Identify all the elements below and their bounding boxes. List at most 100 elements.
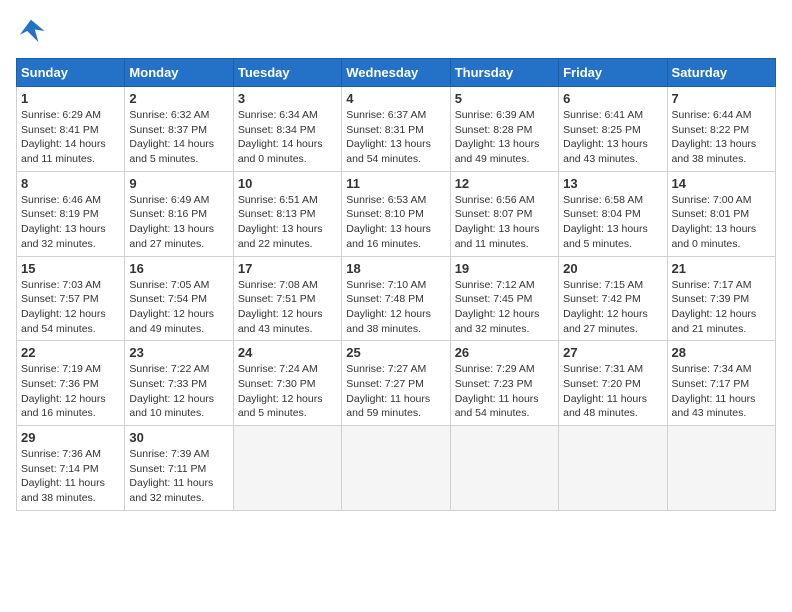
day-info: Sunrise: 7:39 AM Sunset: 7:11 PM Dayligh… <box>129 447 228 506</box>
calendar-day-cell: 3 Sunrise: 6:34 AM Sunset: 8:34 PM Dayli… <box>233 87 341 172</box>
day-info: Sunrise: 7:05 AM Sunset: 7:54 PM Dayligh… <box>129 278 228 337</box>
calendar-day-cell: 9 Sunrise: 6:49 AM Sunset: 8:16 PM Dayli… <box>125 171 233 256</box>
day-info: Sunrise: 6:39 AM Sunset: 8:28 PM Dayligh… <box>455 108 554 167</box>
weekday-header-row: SundayMondayTuesdayWednesdayThursdayFrid… <box>17 59 776 87</box>
day-number: 16 <box>129 261 228 276</box>
day-info: Sunrise: 7:03 AM Sunset: 7:57 PM Dayligh… <box>21 278 120 337</box>
day-info: Sunrise: 7:31 AM Sunset: 7:20 PM Dayligh… <box>563 362 662 421</box>
day-info: Sunrise: 7:24 AM Sunset: 7:30 PM Dayligh… <box>238 362 337 421</box>
day-number: 19 <box>455 261 554 276</box>
day-info: Sunrise: 7:00 AM Sunset: 8:01 PM Dayligh… <box>672 193 771 252</box>
calendar-day-cell: 17 Sunrise: 7:08 AM Sunset: 7:51 PM Dayl… <box>233 256 341 341</box>
day-number: 11 <box>346 176 445 191</box>
weekday-header: Tuesday <box>233 59 341 87</box>
day-number: 3 <box>238 91 337 106</box>
calendar-day-cell: 23 Sunrise: 7:22 AM Sunset: 7:33 PM Dayl… <box>125 341 233 426</box>
calendar-day-cell: 8 Sunrise: 6:46 AM Sunset: 8:19 PM Dayli… <box>17 171 125 256</box>
weekday-header: Thursday <box>450 59 558 87</box>
day-info: Sunrise: 6:58 AM Sunset: 8:04 PM Dayligh… <box>563 193 662 252</box>
calendar-day-cell: 13 Sunrise: 6:58 AM Sunset: 8:04 PM Dayl… <box>559 171 667 256</box>
weekday-header: Wednesday <box>342 59 450 87</box>
day-number: 15 <box>21 261 120 276</box>
calendar-day-cell: 10 Sunrise: 6:51 AM Sunset: 8:13 PM Dayl… <box>233 171 341 256</box>
day-number: 14 <box>672 176 771 191</box>
day-number: 5 <box>455 91 554 106</box>
day-number: 12 <box>455 176 554 191</box>
calendar-day-cell: 1 Sunrise: 6:29 AM Sunset: 8:41 PM Dayli… <box>17 87 125 172</box>
day-info: Sunrise: 7:34 AM Sunset: 7:17 PM Dayligh… <box>672 362 771 421</box>
day-number: 18 <box>346 261 445 276</box>
day-info: Sunrise: 7:19 AM Sunset: 7:36 PM Dayligh… <box>21 362 120 421</box>
calendar-table: SundayMondayTuesdayWednesdayThursdayFrid… <box>16 58 776 511</box>
day-info: Sunrise: 7:17 AM Sunset: 7:39 PM Dayligh… <box>672 278 771 337</box>
calendar-day-cell <box>667 426 775 511</box>
day-number: 4 <box>346 91 445 106</box>
calendar-day-cell: 24 Sunrise: 7:24 AM Sunset: 7:30 PM Dayl… <box>233 341 341 426</box>
day-number: 27 <box>563 345 662 360</box>
day-number: 30 <box>129 430 228 445</box>
day-number: 9 <box>129 176 228 191</box>
weekday-header: Friday <box>559 59 667 87</box>
day-number: 29 <box>21 430 120 445</box>
day-info: Sunrise: 7:22 AM Sunset: 7:33 PM Dayligh… <box>129 362 228 421</box>
calendar-week-row: 22 Sunrise: 7:19 AM Sunset: 7:36 PM Dayl… <box>17 341 776 426</box>
calendar-day-cell: 30 Sunrise: 7:39 AM Sunset: 7:11 PM Dayl… <box>125 426 233 511</box>
calendar-day-cell: 2 Sunrise: 6:32 AM Sunset: 8:37 PM Dayli… <box>125 87 233 172</box>
calendar-week-row: 29 Sunrise: 7:36 AM Sunset: 7:14 PM Dayl… <box>17 426 776 511</box>
logo-icon <box>16 16 46 46</box>
calendar-day-cell: 11 Sunrise: 6:53 AM Sunset: 8:10 PM Dayl… <box>342 171 450 256</box>
day-number: 21 <box>672 261 771 276</box>
calendar-day-cell: 27 Sunrise: 7:31 AM Sunset: 7:20 PM Dayl… <box>559 341 667 426</box>
day-number: 2 <box>129 91 228 106</box>
calendar-day-cell: 5 Sunrise: 6:39 AM Sunset: 8:28 PM Dayli… <box>450 87 558 172</box>
calendar-week-row: 1 Sunrise: 6:29 AM Sunset: 8:41 PM Dayli… <box>17 87 776 172</box>
day-info: Sunrise: 6:56 AM Sunset: 8:07 PM Dayligh… <box>455 193 554 252</box>
calendar-day-cell: 19 Sunrise: 7:12 AM Sunset: 7:45 PM Dayl… <box>450 256 558 341</box>
day-info: Sunrise: 7:36 AM Sunset: 7:14 PM Dayligh… <box>21 447 120 506</box>
day-info: Sunrise: 6:37 AM Sunset: 8:31 PM Dayligh… <box>346 108 445 167</box>
calendar-day-cell: 4 Sunrise: 6:37 AM Sunset: 8:31 PM Dayli… <box>342 87 450 172</box>
calendar-day-cell: 15 Sunrise: 7:03 AM Sunset: 7:57 PM Dayl… <box>17 256 125 341</box>
day-number: 28 <box>672 345 771 360</box>
day-number: 26 <box>455 345 554 360</box>
day-number: 7 <box>672 91 771 106</box>
day-info: Sunrise: 7:10 AM Sunset: 7:48 PM Dayligh… <box>346 278 445 337</box>
calendar-day-cell <box>559 426 667 511</box>
logo <box>16 16 50 46</box>
day-info: Sunrise: 6:44 AM Sunset: 8:22 PM Dayligh… <box>672 108 771 167</box>
calendar-day-cell: 29 Sunrise: 7:36 AM Sunset: 7:14 PM Dayl… <box>17 426 125 511</box>
day-number: 22 <box>21 345 120 360</box>
day-number: 24 <box>238 345 337 360</box>
day-number: 20 <box>563 261 662 276</box>
calendar-day-cell <box>450 426 558 511</box>
calendar-day-cell: 21 Sunrise: 7:17 AM Sunset: 7:39 PM Dayl… <box>667 256 775 341</box>
day-info: Sunrise: 6:46 AM Sunset: 8:19 PM Dayligh… <box>21 193 120 252</box>
page-header <box>16 16 776 46</box>
calendar-day-cell: 26 Sunrise: 7:29 AM Sunset: 7:23 PM Dayl… <box>450 341 558 426</box>
calendar-day-cell: 12 Sunrise: 6:56 AM Sunset: 8:07 PM Dayl… <box>450 171 558 256</box>
day-info: Sunrise: 6:34 AM Sunset: 8:34 PM Dayligh… <box>238 108 337 167</box>
day-info: Sunrise: 6:41 AM Sunset: 8:25 PM Dayligh… <box>563 108 662 167</box>
calendar-day-cell: 28 Sunrise: 7:34 AM Sunset: 7:17 PM Dayl… <box>667 341 775 426</box>
calendar-day-cell: 16 Sunrise: 7:05 AM Sunset: 7:54 PM Dayl… <box>125 256 233 341</box>
day-info: Sunrise: 7:08 AM Sunset: 7:51 PM Dayligh… <box>238 278 337 337</box>
calendar-day-cell: 7 Sunrise: 6:44 AM Sunset: 8:22 PM Dayli… <box>667 87 775 172</box>
calendar-day-cell: 14 Sunrise: 7:00 AM Sunset: 8:01 PM Dayl… <box>667 171 775 256</box>
calendar-week-row: 8 Sunrise: 6:46 AM Sunset: 8:19 PM Dayli… <box>17 171 776 256</box>
calendar-day-cell: 20 Sunrise: 7:15 AM Sunset: 7:42 PM Dayl… <box>559 256 667 341</box>
day-info: Sunrise: 7:12 AM Sunset: 7:45 PM Dayligh… <box>455 278 554 337</box>
calendar-day-cell: 25 Sunrise: 7:27 AM Sunset: 7:27 PM Dayl… <box>342 341 450 426</box>
weekday-header: Saturday <box>667 59 775 87</box>
day-number: 8 <box>21 176 120 191</box>
calendar-day-cell: 22 Sunrise: 7:19 AM Sunset: 7:36 PM Dayl… <box>17 341 125 426</box>
weekday-header: Monday <box>125 59 233 87</box>
day-number: 6 <box>563 91 662 106</box>
day-info: Sunrise: 7:29 AM Sunset: 7:23 PM Dayligh… <box>455 362 554 421</box>
day-number: 17 <box>238 261 337 276</box>
day-number: 13 <box>563 176 662 191</box>
calendar-week-row: 15 Sunrise: 7:03 AM Sunset: 7:57 PM Dayl… <box>17 256 776 341</box>
calendar-day-cell: 18 Sunrise: 7:10 AM Sunset: 7:48 PM Dayl… <box>342 256 450 341</box>
calendar-day-cell: 6 Sunrise: 6:41 AM Sunset: 8:25 PM Dayli… <box>559 87 667 172</box>
calendar-day-cell <box>342 426 450 511</box>
day-info: Sunrise: 6:32 AM Sunset: 8:37 PM Dayligh… <box>129 108 228 167</box>
